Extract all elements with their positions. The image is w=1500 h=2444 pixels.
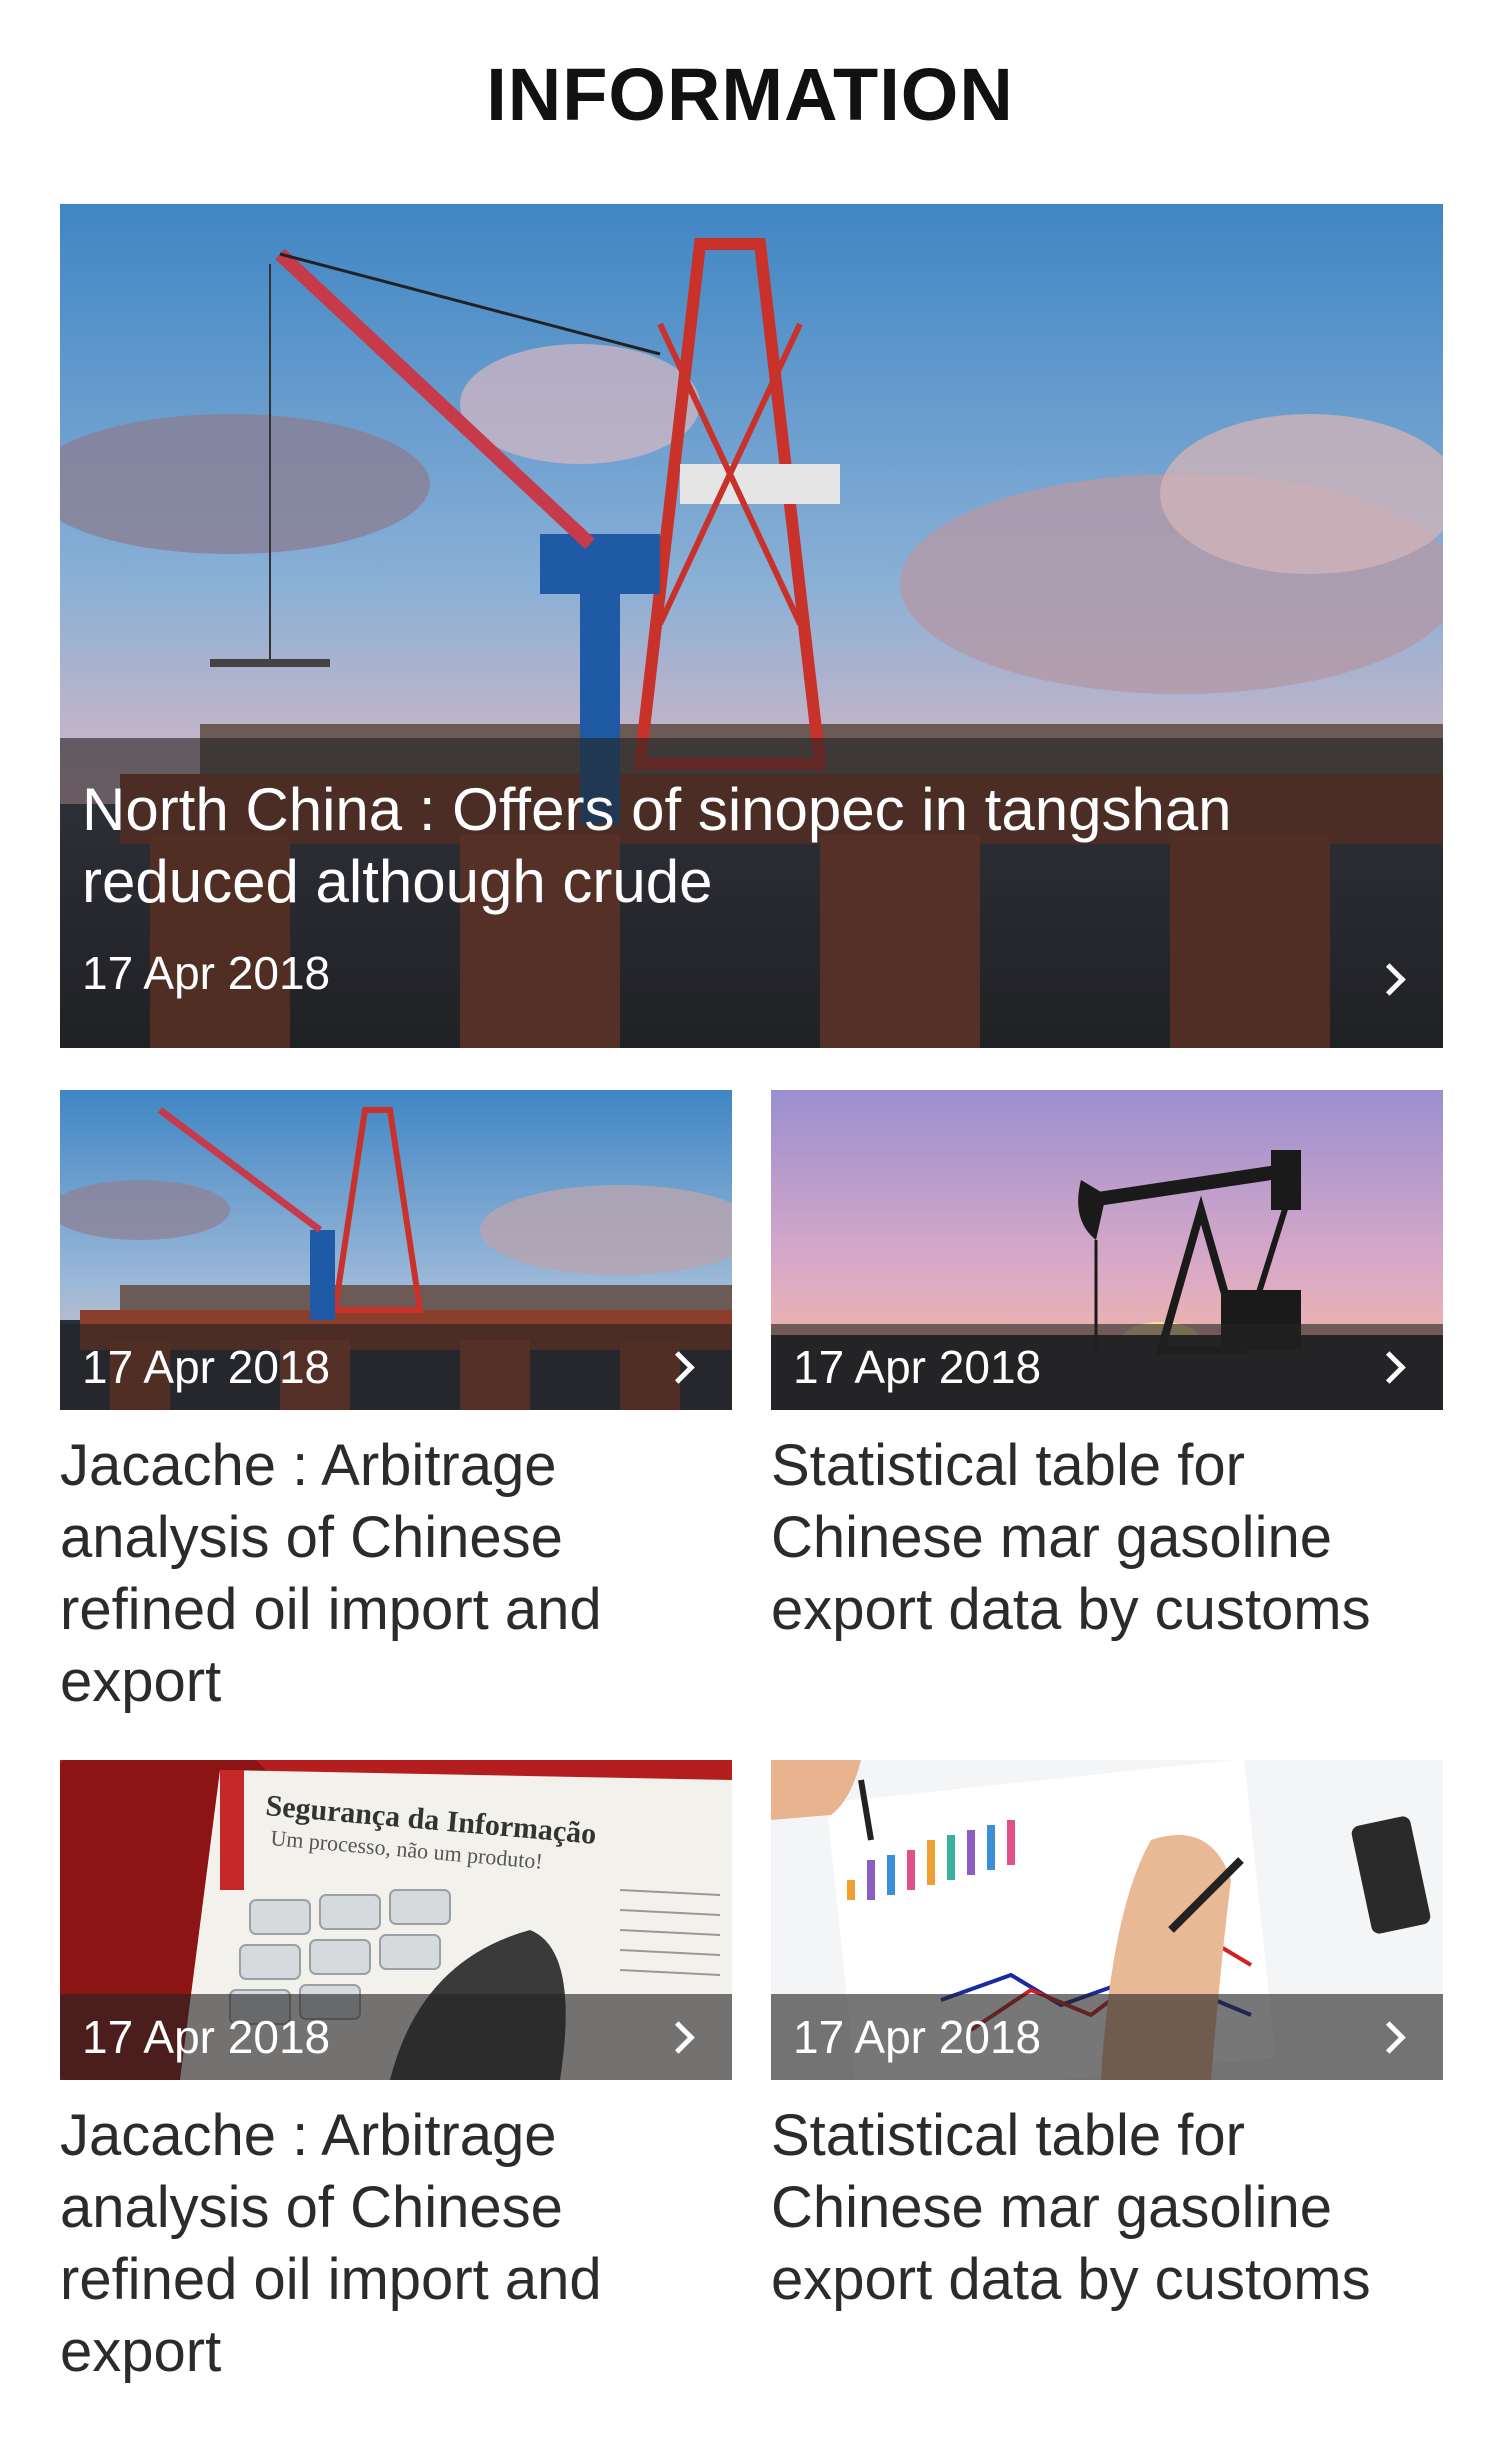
card-date: 17 Apr 2018 — [82, 2011, 331, 2063]
card-overlay: 17 Apr 2018 — [771, 1994, 1443, 2080]
page-title: INFORMATION — [486, 53, 1014, 136]
news-card-image[interactable]: 17 Apr 2018 — [60, 1090, 732, 1410]
chevron-right-icon[interactable] — [1373, 963, 1406, 996]
card-overlay: 17 Apr 2018 — [60, 1324, 732, 1410]
chevron-right-icon[interactable] — [662, 2021, 695, 2054]
hero-date: 17 Apr 2018 — [82, 947, 331, 999]
card-overlay: 17 Apr 2018 — [771, 1324, 1443, 1410]
news-card-image[interactable]: 17 Apr 2018 — [771, 1760, 1443, 2080]
card-title[interactable]: Statistical table for Chinese mar gasoli… — [771, 1430, 1443, 1646]
card-date: 17 Apr 2018 — [793, 1341, 1042, 1393]
hero-title[interactable]: North China : Offers of sinopec in tangs… — [82, 774, 1373, 918]
information-page: INFORMATION North China: Offers of sino… — [0, 0, 1500, 2444]
card-title[interactable]: Statistical table for Chinese mar gasoli… — [771, 2100, 1443, 2316]
card-overlay: 17 Apr 2018 — [60, 1994, 732, 2080]
hero-news-card[interactable]: North China : Offers of sinopec in tangs… — [60, 204, 1443, 1048]
chevron-right-icon[interactable] — [662, 1351, 695, 1384]
card-date: 17 Apr 2018 — [793, 2011, 1042, 2063]
hero-overlay: North China : Offers of sinopec in tangs… — [60, 738, 1443, 1048]
card-title[interactable]: Jacache : Arbitrage analysis of Chinese … — [60, 1430, 720, 1718]
news-card-image[interactable]: Segurança da Informação Um processo, não… — [60, 1760, 732, 2080]
chevron-right-icon[interactable] — [1373, 2021, 1406, 2054]
card-date: 17 Apr 2018 — [82, 1341, 331, 1393]
news-card-image[interactable]: 17 Apr 2018 — [771, 1090, 1443, 1410]
chevron-right-icon[interactable] — [1373, 1351, 1406, 1384]
card-title[interactable]: Jacache : Arbitrage analysis of Chinese … — [60, 2100, 720, 2388]
